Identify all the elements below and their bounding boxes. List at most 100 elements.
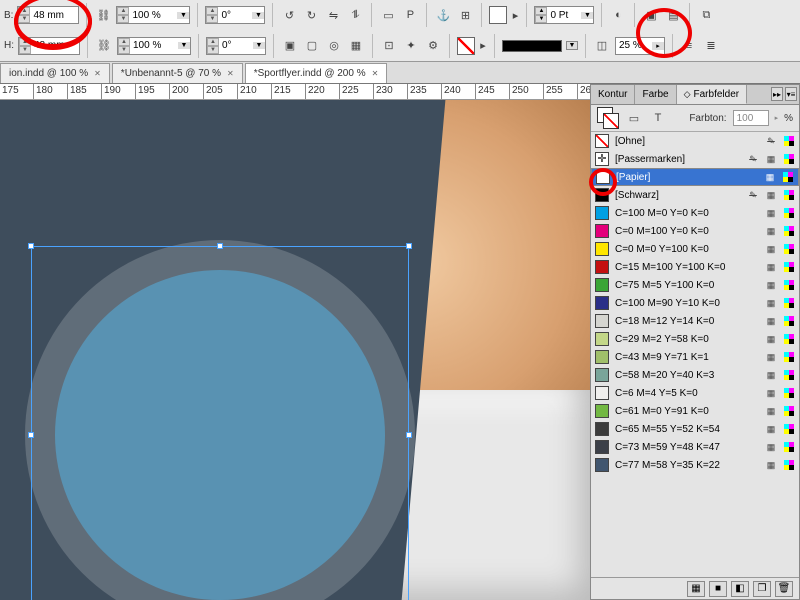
text-fill-icon[interactable]: T xyxy=(649,109,667,127)
flip-v-icon[interactable]: ⥮ xyxy=(346,6,364,24)
close-icon[interactable]: ✕ xyxy=(94,69,101,78)
cmyk-icon xyxy=(783,225,795,237)
swatch-row[interactable]: C=0 M=100 Y=0 K=0▦ xyxy=(591,222,799,240)
show-all-icon[interactable]: ▦ xyxy=(687,581,705,597)
color-mode-icon: ▦ xyxy=(765,243,777,255)
tint-field[interactable]: 100 xyxy=(733,110,769,126)
flip-h-icon[interactable]: ⇋ xyxy=(324,6,342,24)
rotate-ccw-icon[interactable]: ↺ xyxy=(280,6,298,24)
color-mode-icon: ▦ xyxy=(765,189,777,201)
scale-y-input[interactable] xyxy=(130,38,178,54)
swatch-row[interactable]: C=43 M=9 Y=71 K=1▦ xyxy=(591,348,799,366)
tab-kontur[interactable]: Kontur xyxy=(591,85,635,104)
swatch-name: C=6 M=4 Y=5 K=0 xyxy=(615,388,759,399)
show-gradient-icon[interactable]: ◧ xyxy=(731,581,749,597)
gradient-icon[interactable]: ◐ xyxy=(609,6,627,24)
shear-input[interactable] xyxy=(219,38,253,54)
swatch-row[interactable]: C=100 M=90 Y=10 K=0▦ xyxy=(591,294,799,312)
stroke-well[interactable] xyxy=(457,37,475,55)
cmyk-icon xyxy=(783,243,795,255)
swatch-color-icon xyxy=(595,188,609,202)
options2-icon[interactable]: ✦ xyxy=(402,37,420,55)
cmyk-icon xyxy=(782,171,794,183)
wrap1-icon[interactable]: ≡ xyxy=(680,37,698,55)
effects-icon[interactable]: ▣ xyxy=(642,6,660,24)
stroke-dd-icon[interactable]: ▸ xyxy=(479,37,487,55)
swatch-row[interactable]: C=0 M=0 Y=100 K=0▦ xyxy=(591,240,799,258)
swatch-row[interactable]: ✛[Passermarken]✎▦ xyxy=(591,150,799,168)
show-color-icon[interactable]: ■ xyxy=(709,581,727,597)
swatch-row[interactable]: C=73 M=59 Y=48 K=47▦ xyxy=(591,438,799,456)
swatch-list[interactable]: [Ohne]✎✛[Passermarken]✎▦[Papier]▦[Schwar… xyxy=(591,131,799,577)
swatch-row[interactable]: C=100 M=0 Y=0 K=0▦ xyxy=(591,204,799,222)
shear-field[interactable]: ▲▼ ▼ xyxy=(206,37,266,55)
swatch-row[interactable]: C=29 M=2 Y=58 K=0▦ xyxy=(591,330,799,348)
swatch-row[interactable]: C=58 M=20 Y=40 K=3▦ xyxy=(591,366,799,384)
fit-frame-icon[interactable]: ▢ xyxy=(303,37,321,55)
fit-content-icon[interactable]: ▣ xyxy=(281,37,299,55)
width-field[interactable]: ▲▼ xyxy=(17,6,79,24)
doc-tab[interactable]: *Unbenannt-5 @ 70 %✕ xyxy=(112,63,243,83)
swatch-color-icon xyxy=(595,404,609,418)
options1-icon[interactable]: ⊡ xyxy=(380,37,398,55)
effects2-icon[interactable]: ▤ xyxy=(664,6,682,24)
swatch-row[interactable]: C=6 M=4 Y=5 K=0▦ xyxy=(591,384,799,402)
cmyk-icon xyxy=(783,441,795,453)
crop-icon[interactable]: ⧉ xyxy=(697,6,715,24)
wrap2-icon[interactable]: ≣ xyxy=(702,37,720,55)
select-container-icon[interactable]: ▭ xyxy=(379,6,397,24)
opacity-input[interactable] xyxy=(616,38,652,54)
swatch-row[interactable]: [Ohne]✎ xyxy=(591,132,799,150)
stroke-weight-field[interactable]: ▲▼ ▼ xyxy=(534,6,594,24)
new-swatch-icon[interactable]: ❐ xyxy=(753,581,771,597)
collapse-icon[interactable]: ▸▸ xyxy=(771,87,783,101)
fill-dd-icon[interactable]: ▸ xyxy=(511,6,519,24)
rotate-input[interactable] xyxy=(218,7,252,23)
doc-tab-active[interactable]: *Sportflyer.indd @ 200 %✕ xyxy=(245,63,388,83)
color-mode-icon: ▦ xyxy=(765,369,777,381)
swatch-row[interactable]: [Schwarz]✎▦ xyxy=(591,186,799,204)
close-icon[interactable]: ✕ xyxy=(372,69,379,78)
stroke-style-well[interactable] xyxy=(502,40,562,52)
scale-y-field[interactable]: ▲▼ ▼ xyxy=(117,37,191,55)
lock-icon: ✎ xyxy=(747,189,759,201)
opacity-field[interactable]: ▸ xyxy=(615,37,665,55)
rotate-field[interactable]: ▲▼ ▼ xyxy=(205,6,265,24)
height-label: H: xyxy=(4,40,14,51)
swatch-row[interactable]: [Papier]▦ xyxy=(591,168,799,186)
options3-icon[interactable]: ⚙ xyxy=(424,37,442,55)
scale-x-field[interactable]: ▲▼ ▼ xyxy=(116,6,190,24)
height-input[interactable] xyxy=(31,38,79,54)
scale-x-input[interactable] xyxy=(129,7,177,23)
height-field[interactable]: ▲▼ xyxy=(18,37,80,55)
link-wh-icon[interactable]: ⛓ xyxy=(94,6,112,24)
doc-tab[interactable]: ion.indd @ 100 %✕ xyxy=(0,63,110,83)
rotate-cw-icon[interactable]: ↻ xyxy=(302,6,320,24)
swatch-color-icon xyxy=(595,224,609,238)
swatch-row[interactable]: C=75 M=5 Y=100 K=0▦ xyxy=(591,276,799,294)
swatch-row[interactable]: C=15 M=100 Y=100 K=0▦ xyxy=(591,258,799,276)
link-scale-icon[interactable]: ⛓ xyxy=(95,37,113,55)
delete-swatch-icon[interactable]: 🗑 xyxy=(775,581,793,597)
container-fill-icon[interactable]: ▭ xyxy=(625,109,643,127)
center-icon[interactable]: ◎ xyxy=(325,37,343,55)
distribute-icon[interactable]: ⊞ xyxy=(456,6,474,24)
fit-prop-icon[interactable]: ▦ xyxy=(347,37,365,55)
swatch-row[interactable]: C=18 M=12 Y=14 K=0▦ xyxy=(591,312,799,330)
swatch-row[interactable]: C=65 M=55 Y=52 K=54▦ xyxy=(591,420,799,438)
panel-menu-icon[interactable]: ▾≡ xyxy=(785,87,797,101)
swatch-row[interactable]: C=77 M=58 Y=35 K=22▦ xyxy=(591,456,799,474)
selection-box[interactable] xyxy=(31,246,409,600)
tab-farbfelder[interactable]: ◇Farbfelder xyxy=(677,85,748,104)
color-mode-icon: ▦ xyxy=(765,423,777,435)
cmyk-icon xyxy=(783,351,795,363)
anchor-icon[interactable]: ⚓ xyxy=(434,6,452,24)
fill-well[interactable] xyxy=(489,6,507,24)
color-mode-icon: ▦ xyxy=(765,459,777,471)
swatch-row[interactable]: C=61 M=0 Y=91 K=0▦ xyxy=(591,402,799,420)
width-input[interactable] xyxy=(30,7,78,23)
stroke-weight-input[interactable] xyxy=(547,7,581,23)
tab-farbe[interactable]: Farbe xyxy=(635,85,676,104)
text-on-path-icon[interactable]: P xyxy=(401,6,419,24)
close-icon[interactable]: ✕ xyxy=(227,69,234,78)
